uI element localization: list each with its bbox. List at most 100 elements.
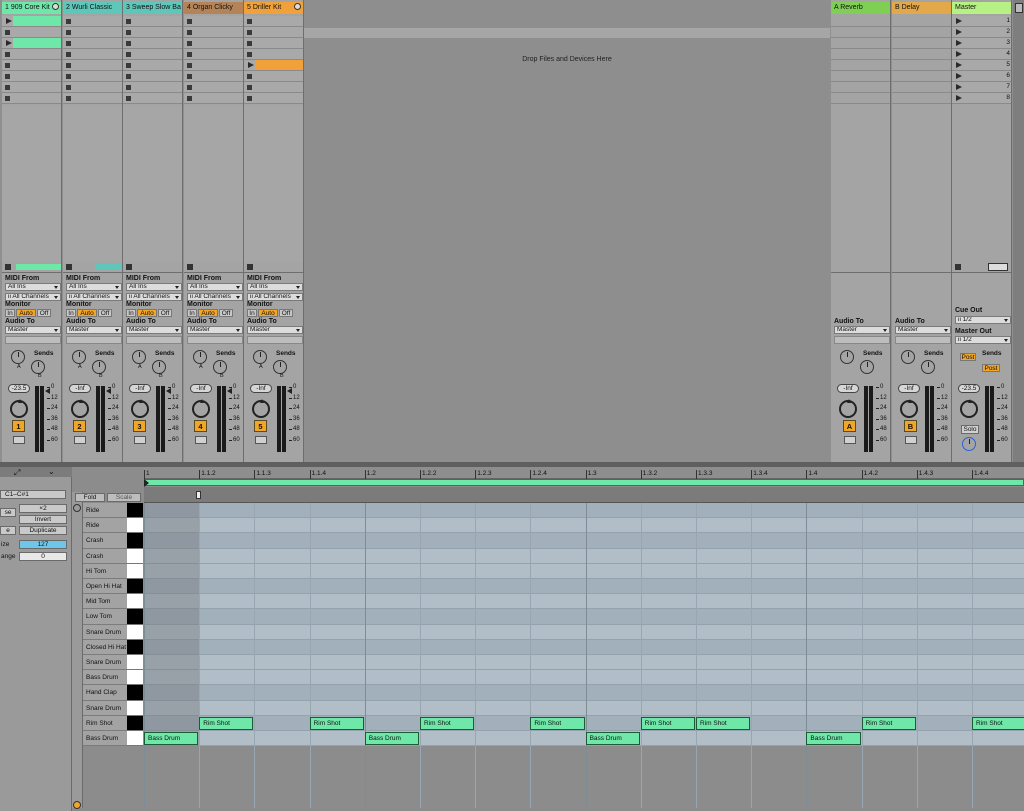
send-a-knob[interactable] [901,350,915,364]
return-slot[interactable] [831,38,890,49]
return-slot[interactable] [892,27,951,38]
clip-stop-icon[interactable] [187,41,192,46]
scene-launch-icon[interactable] [956,51,962,57]
clip-play-icon[interactable] [248,62,254,68]
clip-slot[interactable] [123,16,182,27]
piano-key[interactable] [127,624,143,640]
grid-row[interactable] [144,609,1024,625]
clip-slot[interactable] [63,38,122,49]
velocity-size-field[interactable]: 127 [19,540,67,549]
return-slot[interactable] [831,71,890,82]
ruler-label[interactable]: 1.4 [808,470,817,477]
midi-note[interactable]: Rim Shot [640,716,695,730]
midi-note[interactable]: Rim Shot [972,716,1024,730]
master-out-select[interactable]: ii 1/2 [955,336,1011,344]
clip-stop-icon[interactable] [187,85,192,90]
clip-slot[interactable] [244,82,303,93]
master-title[interactable]: Master [952,2,1011,14]
grid-row[interactable] [144,579,1024,595]
clip-stop-icon[interactable] [126,96,131,101]
clip-slot[interactable] [63,82,122,93]
clip[interactable] [13,16,61,26]
clip-slot[interactable] [184,38,243,49]
drum-row-label[interactable]: Low Tom [83,609,127,625]
clip-slot[interactable] [63,27,122,38]
clip-stop-icon[interactable] [5,96,10,101]
midi-note[interactable]: Rim Shot [530,716,585,730]
scene-slot[interactable]: 4 [952,49,1011,60]
clip-play-icon[interactable] [6,40,12,46]
ruler-label[interactable]: 1.3.4 [753,470,767,477]
clip-slot[interactable] [123,27,182,38]
pan-knob[interactable] [192,399,210,418]
return-activator-button[interactable]: A [843,420,856,432]
grid-row[interactable] [144,518,1024,534]
drum-row-label[interactable]: Open Hi Hat [83,579,127,595]
headphone-icon[interactable] [73,504,81,512]
clip-play-icon[interactable] [6,18,12,24]
piano-key[interactable] [127,670,143,686]
ruler-label[interactable]: 1.4.2 [864,470,878,477]
send-b-knob[interactable] [31,360,45,374]
solo-button[interactable] [134,436,146,444]
pan-knob[interactable] [71,399,89,418]
audio-to-select[interactable]: Master [834,326,890,334]
range-field[interactable]: 0 [19,552,67,561]
solo-button[interactable] [255,436,267,444]
playhead-marker-icon[interactable] [196,491,201,499]
ruler-label[interactable]: 1.4.4 [974,470,988,477]
ruler-label[interactable]: 1.2.4 [532,470,546,477]
clip-slot[interactable] [184,27,243,38]
track-stop-icon[interactable] [5,264,11,270]
monitor-in-button[interactable]: In [126,309,136,317]
scene-slot[interactable]: 3 [952,38,1011,49]
ruler-label[interactable]: 1 [146,470,150,477]
solo-button[interactable] [905,436,917,444]
send-a-knob[interactable] [253,350,267,364]
monitor-auto-button[interactable]: Auto [137,309,157,317]
clip-slot[interactable] [2,71,61,82]
clip-slot[interactable] [244,71,303,82]
drum-row-label[interactable]: Bass Drum [83,670,127,686]
clip-slot[interactable] [244,16,303,27]
midi-channel-select[interactable]: ii All Channels [247,293,303,301]
volume-field[interactable]: -Inf [898,384,920,393]
drum-row-label[interactable]: Closed Hi Hat [83,639,127,655]
midi-channel-select[interactable]: ii All Channels [66,293,122,301]
clip-slot[interactable] [123,60,182,71]
preview-knob[interactable] [962,437,976,451]
monitor-off-button[interactable]: Off [279,309,293,317]
clip-stop-icon[interactable] [126,74,131,79]
midi-note[interactable]: Rim Shot [861,716,916,730]
drum-row-label[interactable]: Ride [83,503,127,519]
clip-stop-icon[interactable] [187,74,192,79]
clip-stop-icon[interactable] [247,74,252,79]
grid-row[interactable] [144,731,1024,747]
grid-row[interactable] [144,700,1024,716]
clip-slot[interactable] [123,82,182,93]
scene-launch-icon[interactable] [956,95,962,101]
volume-field[interactable]: -Inf [190,384,212,393]
clip-slot[interactable] [244,60,303,71]
clip-stop-icon[interactable] [5,74,10,79]
post-button[interactable]: Post [960,353,976,361]
clip-slot[interactable] [2,93,61,104]
midi-channel-select[interactable]: ii All Channels [126,293,182,301]
track-stop-icon[interactable] [187,264,193,270]
clip-slot[interactable] [123,49,182,60]
clip-slot[interactable] [244,27,303,38]
clip-slot[interactable] [2,49,61,60]
return-slot[interactable] [831,93,890,104]
send-b-knob[interactable] [92,360,106,374]
midi-note[interactable]: Bass Drum [585,732,640,745]
invert-button[interactable]: Invert [19,515,67,524]
monitor-auto-button[interactable]: Auto [16,309,36,317]
piano-key[interactable] [127,731,143,747]
track-title[interactable]: 2 Wurli Classic [63,2,122,14]
piano-key[interactable] [127,563,143,579]
clip-slot[interactable] [63,60,122,71]
post-button[interactable]: Post [982,364,1000,372]
audio-to-select[interactable]: Master [247,326,303,334]
piano-key[interactable] [127,715,143,731]
send-a-knob[interactable] [840,350,854,364]
